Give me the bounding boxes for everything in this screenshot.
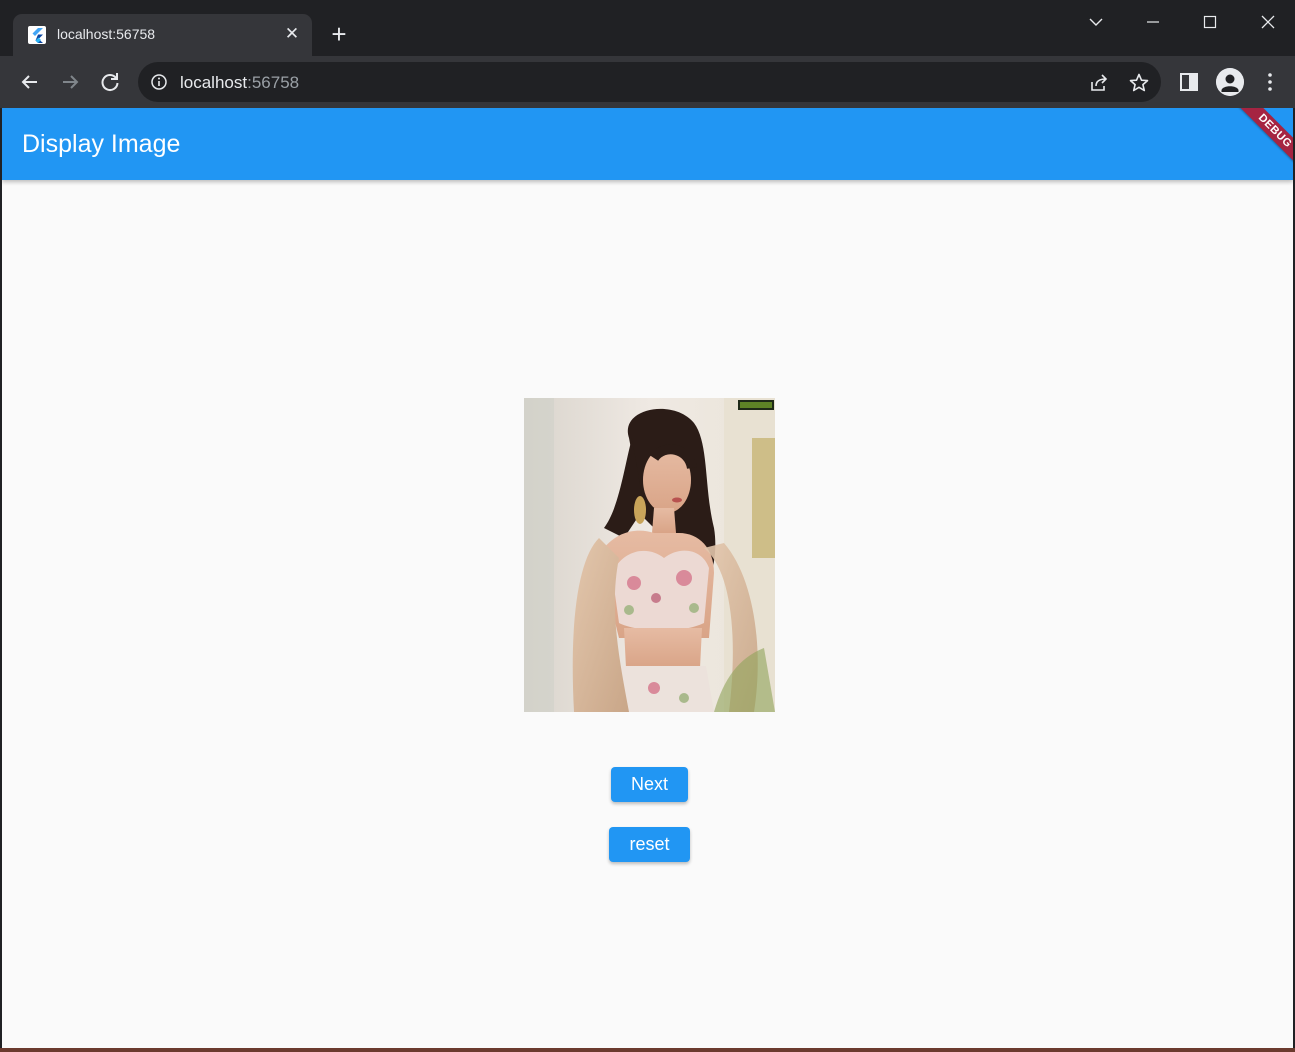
next-button[interactable]: Next	[611, 767, 688, 802]
tab-title: localhost:56758	[57, 26, 156, 42]
share-icon[interactable]	[1088, 72, 1110, 94]
profile-icon[interactable]	[1216, 68, 1244, 96]
address-bar[interactable]: localhost:56758	[138, 62, 1161, 102]
app-title: Display Image	[22, 130, 181, 158]
window-bottom-edge	[0, 1048, 1295, 1052]
page-content: Display Image DEBUG Next reset	[2, 108, 1293, 1048]
url-text: localhost:56758	[180, 73, 299, 93]
browser-tab[interactable]: localhost:56758 ✕	[13, 14, 312, 56]
app-bar: Display Image	[2, 108, 1293, 180]
tab-strip: localhost:56758 ✕ +	[0, 0, 1295, 56]
reset-button[interactable]: reset	[609, 827, 690, 862]
star-icon[interactable]	[1128, 72, 1150, 94]
close-window-icon[interactable]	[1248, 8, 1288, 36]
tab-search-icon[interactable]	[1076, 8, 1116, 36]
maximize-icon[interactable]	[1190, 8, 1230, 36]
reload-icon[interactable]	[96, 68, 124, 96]
browser-window: localhost:56758 ✕ + localhost:56758 Disp…	[0, 0, 1295, 1052]
new-tab-icon[interactable]: +	[326, 21, 352, 47]
forward-icon[interactable]	[56, 68, 84, 96]
side-panel-icon[interactable]	[1177, 70, 1201, 94]
displayed-image	[524, 398, 775, 712]
back-icon[interactable]	[16, 68, 44, 96]
menu-icon[interactable]	[1258, 70, 1282, 94]
tab-close-icon[interactable]: ✕	[282, 24, 302, 44]
minimize-icon[interactable]	[1133, 8, 1173, 36]
url-port: :56758	[247, 73, 300, 92]
url-host: localhost	[180, 73, 248, 92]
info-icon[interactable]	[150, 73, 168, 91]
flutter-icon	[28, 26, 46, 44]
browser-toolbar: localhost:56758	[0, 56, 1295, 108]
